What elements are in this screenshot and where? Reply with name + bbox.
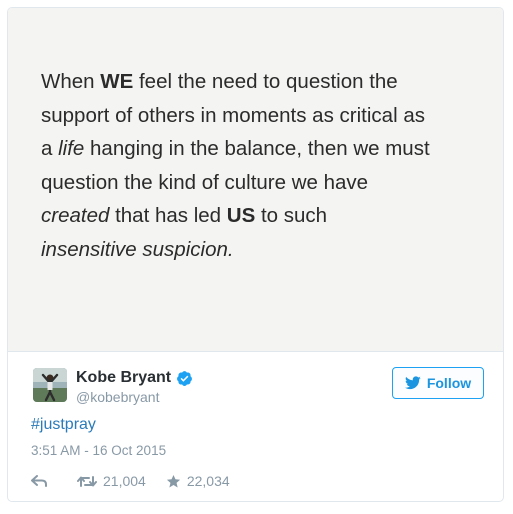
- like-count: 22,034: [186, 473, 230, 489]
- quote-fragment: hanging in the balance, then we must: [84, 137, 430, 160]
- retweet-icon: [77, 475, 97, 487]
- author-handle[interactable]: @kobebryant: [76, 389, 159, 405]
- follow-button[interactable]: Follow: [392, 367, 484, 399]
- quote-fragment: to such: [255, 204, 328, 227]
- avatar[interactable]: [33, 368, 67, 402]
- quote-line-3: a life hanging in the balance, then we m…: [41, 137, 430, 160]
- verified-badge-icon: [176, 370, 193, 387]
- quote-line-5: created that has led US to such: [41, 204, 327, 227]
- tweet-actions: 21,004 22,034: [31, 471, 230, 491]
- quote-line-2: support of others in moments as critical…: [41, 103, 425, 127]
- retweet-count: 21,004: [103, 473, 146, 489]
- star-icon: [166, 474, 180, 487]
- avatar-image: [33, 368, 67, 402]
- twitter-bird-icon: [404, 376, 421, 390]
- reply-button[interactable]: [31, 475, 47, 487]
- follow-button-label: Follow: [426, 375, 472, 391]
- quote-image[interactable]: When WE feel the need to question the su…: [8, 8, 503, 352]
- quote-fragment: feel the need to question the: [133, 70, 398, 93]
- tweet-timestamp[interactable]: 3:51 AM - 16 Oct 2015: [31, 443, 166, 458]
- quote-text: When WE feel the need to question the su…: [41, 65, 491, 266]
- quote-fragment: a: [41, 137, 59, 160]
- author-name[interactable]: Kobe Bryant: [76, 369, 193, 387]
- author-name-text: Kobe Bryant: [76, 369, 172, 386]
- hashtag-link[interactable]: #justpray: [31, 416, 96, 434]
- quote-emphasis: US: [226, 204, 256, 227]
- reply-icon: [31, 475, 47, 487]
- quote-emphasis: created: [41, 204, 110, 227]
- quote-line-6: insensitive suspicion.: [41, 237, 234, 261]
- quote-fragment: When: [41, 70, 101, 93]
- like-button[interactable]: 22,034: [166, 473, 230, 489]
- quote-emphasis: WE: [100, 70, 134, 93]
- retweet-button[interactable]: 21,004: [77, 473, 146, 489]
- quote-fragment: that has led: [109, 204, 227, 227]
- quote-line-1: When WE feel the need to question the: [41, 70, 398, 93]
- tweet-card: When WE feel the need to question the su…: [7, 7, 504, 502]
- quote-emphasis: life: [58, 137, 85, 160]
- quote-line-4: question the kind of culture we have: [41, 170, 369, 194]
